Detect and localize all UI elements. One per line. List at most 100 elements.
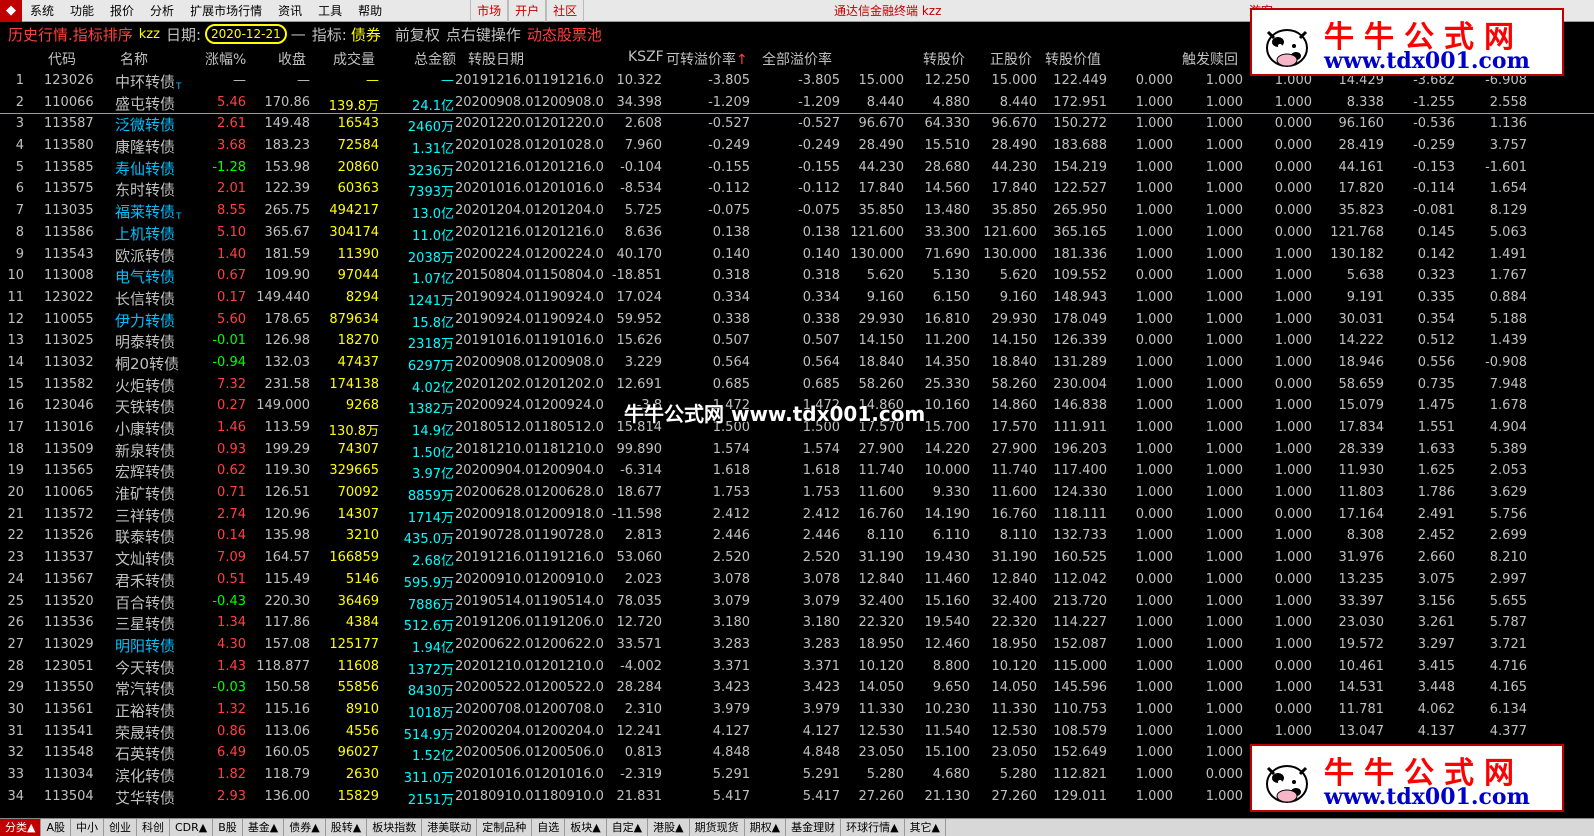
category-tab[interactable]: 创业 [104, 819, 137, 836]
date-selector[interactable]: 2020-12-21 [205, 24, 287, 44]
category-tab[interactable]: 科创 [137, 819, 170, 836]
col-header-volume[interactable]: 成交量 [333, 49, 375, 69]
col-header-name[interactable]: 名称 [120, 49, 148, 69]
category-tab[interactable]: 港美联动 [422, 819, 478, 836]
row-flag-3: 1.000 [1274, 636, 1312, 652]
col-header-conv-value[interactable]: 转股价值 [1045, 49, 1101, 69]
menu-item-analysis[interactable]: 分析 [142, 0, 182, 22]
table-row[interactable]: 9 113543 欧派转债 1.40 181.59 11390 2038万 20200224.… [0, 245, 1594, 267]
table-row[interactable]: 27 113029 明阳转债 4.30 157.08 125177 1.94亿 2020062… [0, 635, 1594, 657]
table-row[interactable]: 6 113575 东时转债 2.01 122.39 60363 7393万 20201016.… [0, 179, 1594, 201]
row-flag-3: 0.000 [1274, 701, 1312, 717]
table-row[interactable]: 26 113536 三星转债 1.34 117.86 4384 512.6万 20191206… [0, 613, 1594, 635]
menu-item-help[interactable]: 帮助 [350, 0, 390, 22]
table-row[interactable]: 21 113572 三祥转债 2.74 120.96 14307 1714万 20200918… [0, 505, 1594, 527]
row-change: -0.01 [212, 333, 246, 349]
indicator-value[interactable]: 债券 [351, 24, 381, 45]
table-row[interactable]: 31 113541 荣晟转债 0.86 113.06 4556 514.9万 20200204… [0, 722, 1594, 744]
row-value-6: 4.904 [1489, 420, 1527, 435]
table-row[interactable]: 3 113587 泛微转债 2.61 149.48 16543 2460万 20201220.… [0, 114, 1594, 136]
table-row[interactable]: 12 110055 伊力转债 5.60 178.65 879634 15.8亿 2019092… [0, 310, 1594, 332]
tab-open-account[interactable]: 开户 [508, 0, 547, 22]
table-row[interactable]: 4 113580 康隆转债 3.68 183.23 72584 1.31亿 20201028.… [0, 136, 1594, 158]
table-row[interactable]: 28 123051 今天转债 1.43 118.877 11608 1372万 2020121… [0, 657, 1594, 679]
col-header-conv-price[interactable]: 转股价 [923, 49, 965, 69]
category-tab[interactable]: 期权▲ [745, 819, 787, 836]
table-row[interactable]: 7 113035 福莱转债T 8.55 265.75 494217 13.0亿 2020120… [0, 201, 1594, 223]
row-volume: 3210 [345, 528, 379, 544]
table-row[interactable]: 14 113032 桐20转债 -0.94 132.03 47437 6297万 202009… [0, 353, 1594, 375]
table-row[interactable]: 20 110065 淮矿转债 0.71 126.51 70092 8859万 20200628… [0, 483, 1594, 505]
row-conv-price-a: 27.260 [858, 788, 905, 804]
category-tab[interactable]: 自定▲ [607, 819, 649, 836]
col-header-amount[interactable]: 总金额 [414, 49, 456, 69]
menu-item-tools[interactable]: 工具 [310, 0, 350, 22]
tab-market[interactable]: 市场 [470, 0, 509, 22]
row-value-4: 13.235 [1338, 571, 1385, 587]
col-header-stock-price[interactable]: 正股价 [990, 49, 1032, 69]
menu-item-news[interactable]: 资讯 [270, 0, 310, 22]
table-row[interactable]: 11 123022 长信转债 0.17 149.440 8294 1241万 20190924… [0, 288, 1594, 310]
category-tab[interactable]: 期货现货 [690, 819, 745, 836]
history-sort-label[interactable]: 历史行情.指标排序 [8, 24, 133, 45]
app-logo-icon[interactable]: ◆ [0, 0, 22, 22]
menu-item-quote[interactable]: 报价 [102, 0, 142, 22]
table-row[interactable]: 29 113550 常汽转债 -0.03 150.58 55856 8430万 2020052… [0, 678, 1594, 700]
category-tab[interactable]: 环球行情▲ [841, 819, 905, 836]
table-row[interactable]: 5 113585 寿仙转债 -1.28 153.98 20860 3236万 20201216… [0, 158, 1594, 180]
col-header-conv-date[interactable]: 转股日期 [468, 49, 524, 69]
table-row[interactable]: 2 110066 盛屯转债 5.46 170.86 139.8万 24.1亿 20200908… [0, 93, 1594, 115]
category-tab[interactable]: 基金理财 [786, 819, 842, 836]
row-stock-price: 14.860 [991, 398, 1038, 414]
table-row[interactable]: 15 113582 火炬转债 7.32 231.58 174138 4.02亿 2020120… [0, 375, 1594, 397]
category-tab[interactable]: 基金▲ [243, 819, 285, 836]
category-tab[interactable]: A股 [41, 819, 71, 836]
table-row[interactable]: 30 113561 正裕转债 1.32 115.16 8910 1018万 20200708.… [0, 700, 1594, 722]
category-tab[interactable]: B股 [213, 819, 243, 836]
row-value-4: 17.834 [1338, 420, 1385, 435]
col-header-kszf[interactable]: KSZF [628, 49, 664, 65]
category-tab[interactable]: 板块▲ [565, 819, 607, 836]
table-row[interactable]: 10 113008 电气转债 0.67 109.90 97044 1.07亿 20150804… [0, 266, 1594, 288]
col-header-all-premium[interactable]: 全部溢价率 [762, 49, 832, 69]
category-tab[interactable]: 港股▲ [648, 819, 690, 836]
row-all-premium: -0.075 [798, 203, 840, 219]
col-header-trigger[interactable]: 触发赎回 [1182, 49, 1238, 69]
table-row[interactable]: 23 113537 文灿转债 7.09 164.57 166859 2.68亿 2019121… [0, 548, 1594, 570]
row-all-premium: 3.180 [802, 615, 840, 631]
category-tab[interactable]: 中小 [71, 819, 104, 836]
table-row[interactable]: 24 113567 君禾转债 0.51 115.49 5146 595.9万 20200910… [0, 570, 1594, 592]
table-row[interactable]: 19 113565 宏辉转债 0.62 119.30 329665 3.97亿 2020090… [0, 461, 1594, 483]
table-row[interactable]: 25 113520 百合转债 -0.43 220.30 36469 7886万 2019051… [0, 592, 1594, 614]
dynamic-pool-link[interactable]: 动态股票池 [527, 24, 602, 45]
table-row[interactable]: 13 113025 明泰转债 -0.01 126.98 18270 2318万 2019101… [0, 331, 1594, 353]
row-close: 126.98 [264, 333, 311, 349]
row-code: 113537 [44, 550, 94, 566]
row-flag-1: 1.000 [1135, 420, 1173, 435]
adjust-mode[interactable]: 前复权 [395, 24, 440, 45]
table-row[interactable]: 22 113526 联泰转债 0.14 135.98 3210 435.0万 20190728… [0, 526, 1594, 548]
table-row[interactable]: 18 113509 新泉转债 0.93 199.29 74307 1.50亿 20181210… [0, 440, 1594, 462]
row-flag-1: 0.000 [1135, 571, 1173, 587]
row-value-6: 5.787 [1489, 615, 1527, 631]
menu-item-ext-market[interactable]: 扩展市场行情 [182, 0, 270, 22]
category-tab[interactable]: CDR▲ [170, 819, 214, 836]
menu-item-system[interactable]: 系统 [22, 0, 62, 22]
category-tab[interactable]: 自选 [532, 819, 566, 836]
tab-community[interactable]: 社区 [546, 0, 585, 22]
col-header-premium[interactable]: 可转溢价率↑ [666, 49, 748, 69]
row-conv-value: 111.911 [1053, 420, 1107, 435]
row-premium: 4.848 [712, 745, 750, 761]
menu-item-function[interactable]: 功能 [62, 0, 102, 22]
category-tab[interactable]: 板块指数 [367, 819, 423, 836]
category-tab[interactable]: 股转▲ [326, 819, 368, 836]
col-header-close[interactable]: 收盘 [278, 49, 306, 69]
category-tab[interactable]: 其它▲ [905, 819, 947, 836]
category-tab[interactable]: 分类▲ [0, 819, 42, 836]
category-tab[interactable]: 定制品种 [477, 819, 533, 836]
row-value-4: 17.164 [1338, 506, 1385, 522]
col-header-change[interactable]: 涨幅% [205, 49, 246, 69]
table-row[interactable]: 8 113586 上机转债 5.10 365.67 304174 11.0亿 20201216… [0, 223, 1594, 245]
category-tab[interactable]: 债券▲ [284, 819, 326, 836]
col-header-code[interactable]: 代码 [48, 49, 76, 69]
